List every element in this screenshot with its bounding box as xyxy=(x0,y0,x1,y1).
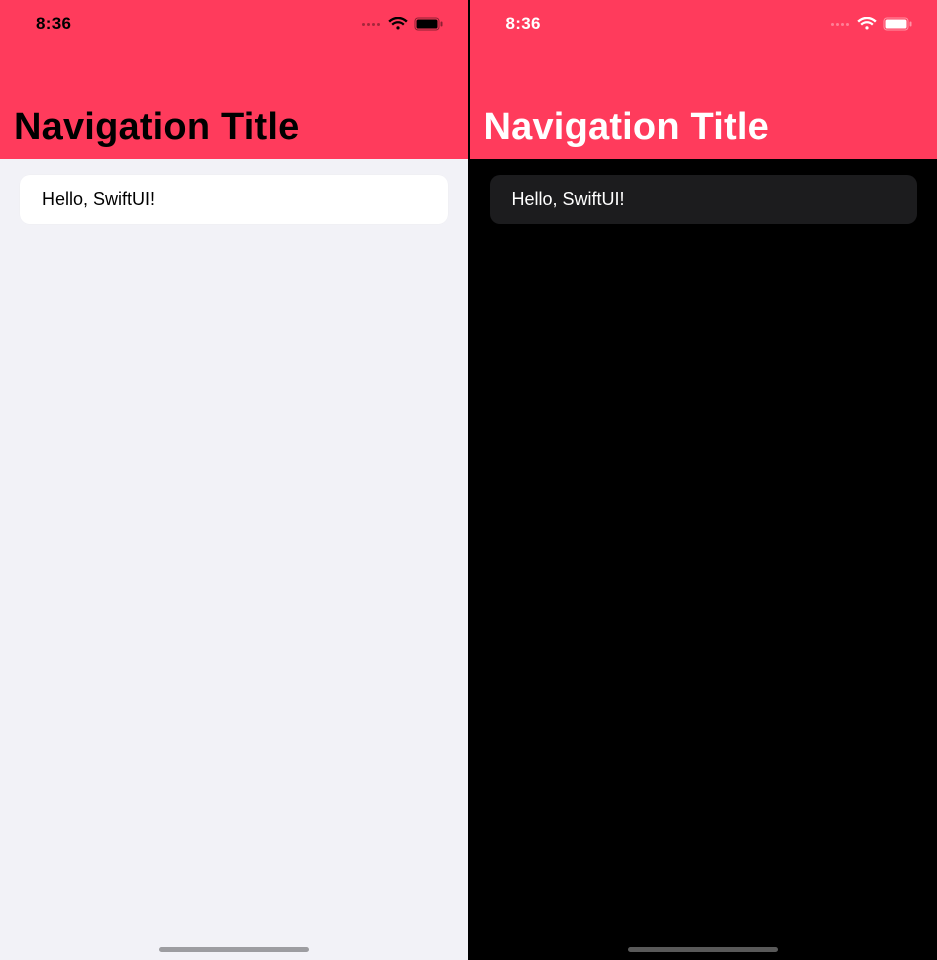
status-icons xyxy=(831,17,913,31)
phone-light-mode: 8:36 xyxy=(0,0,468,960)
list-row-label: Hello, SwiftUI! xyxy=(512,189,625,209)
navigation-large-title: Navigation Title xyxy=(0,48,468,159)
screenshot-pair: 8:36 xyxy=(0,0,937,960)
wifi-icon xyxy=(388,17,408,31)
list-row[interactable]: Hello, SwiftUI! xyxy=(20,175,448,224)
cellular-dots-icon xyxy=(831,23,849,26)
status-time: 8:36 xyxy=(36,14,71,34)
battery-icon xyxy=(414,17,444,31)
navigation-bar: 8:36 xyxy=(0,0,468,159)
status-bar: 8:36 xyxy=(470,0,937,48)
list-section[interactable]: Hello, SwiftUI! xyxy=(470,175,937,224)
status-bar: 8:36 xyxy=(0,0,468,48)
wifi-icon xyxy=(857,17,877,31)
phone-dark-mode: 8:36 xyxy=(470,0,937,960)
status-icons xyxy=(362,17,444,31)
home-indicator[interactable] xyxy=(628,947,778,952)
navigation-bar: 8:36 xyxy=(470,0,937,159)
list-row[interactable]: Hello, SwiftUI! xyxy=(490,175,918,224)
navigation-large-title: Navigation Title xyxy=(470,48,937,159)
list-section[interactable]: Hello, SwiftUI! xyxy=(0,175,468,224)
battery-icon xyxy=(883,17,913,31)
cellular-dots-icon xyxy=(362,23,380,26)
home-indicator[interactable] xyxy=(159,947,309,952)
status-time: 8:36 xyxy=(506,14,541,34)
list-row-label: Hello, SwiftUI! xyxy=(42,189,155,209)
